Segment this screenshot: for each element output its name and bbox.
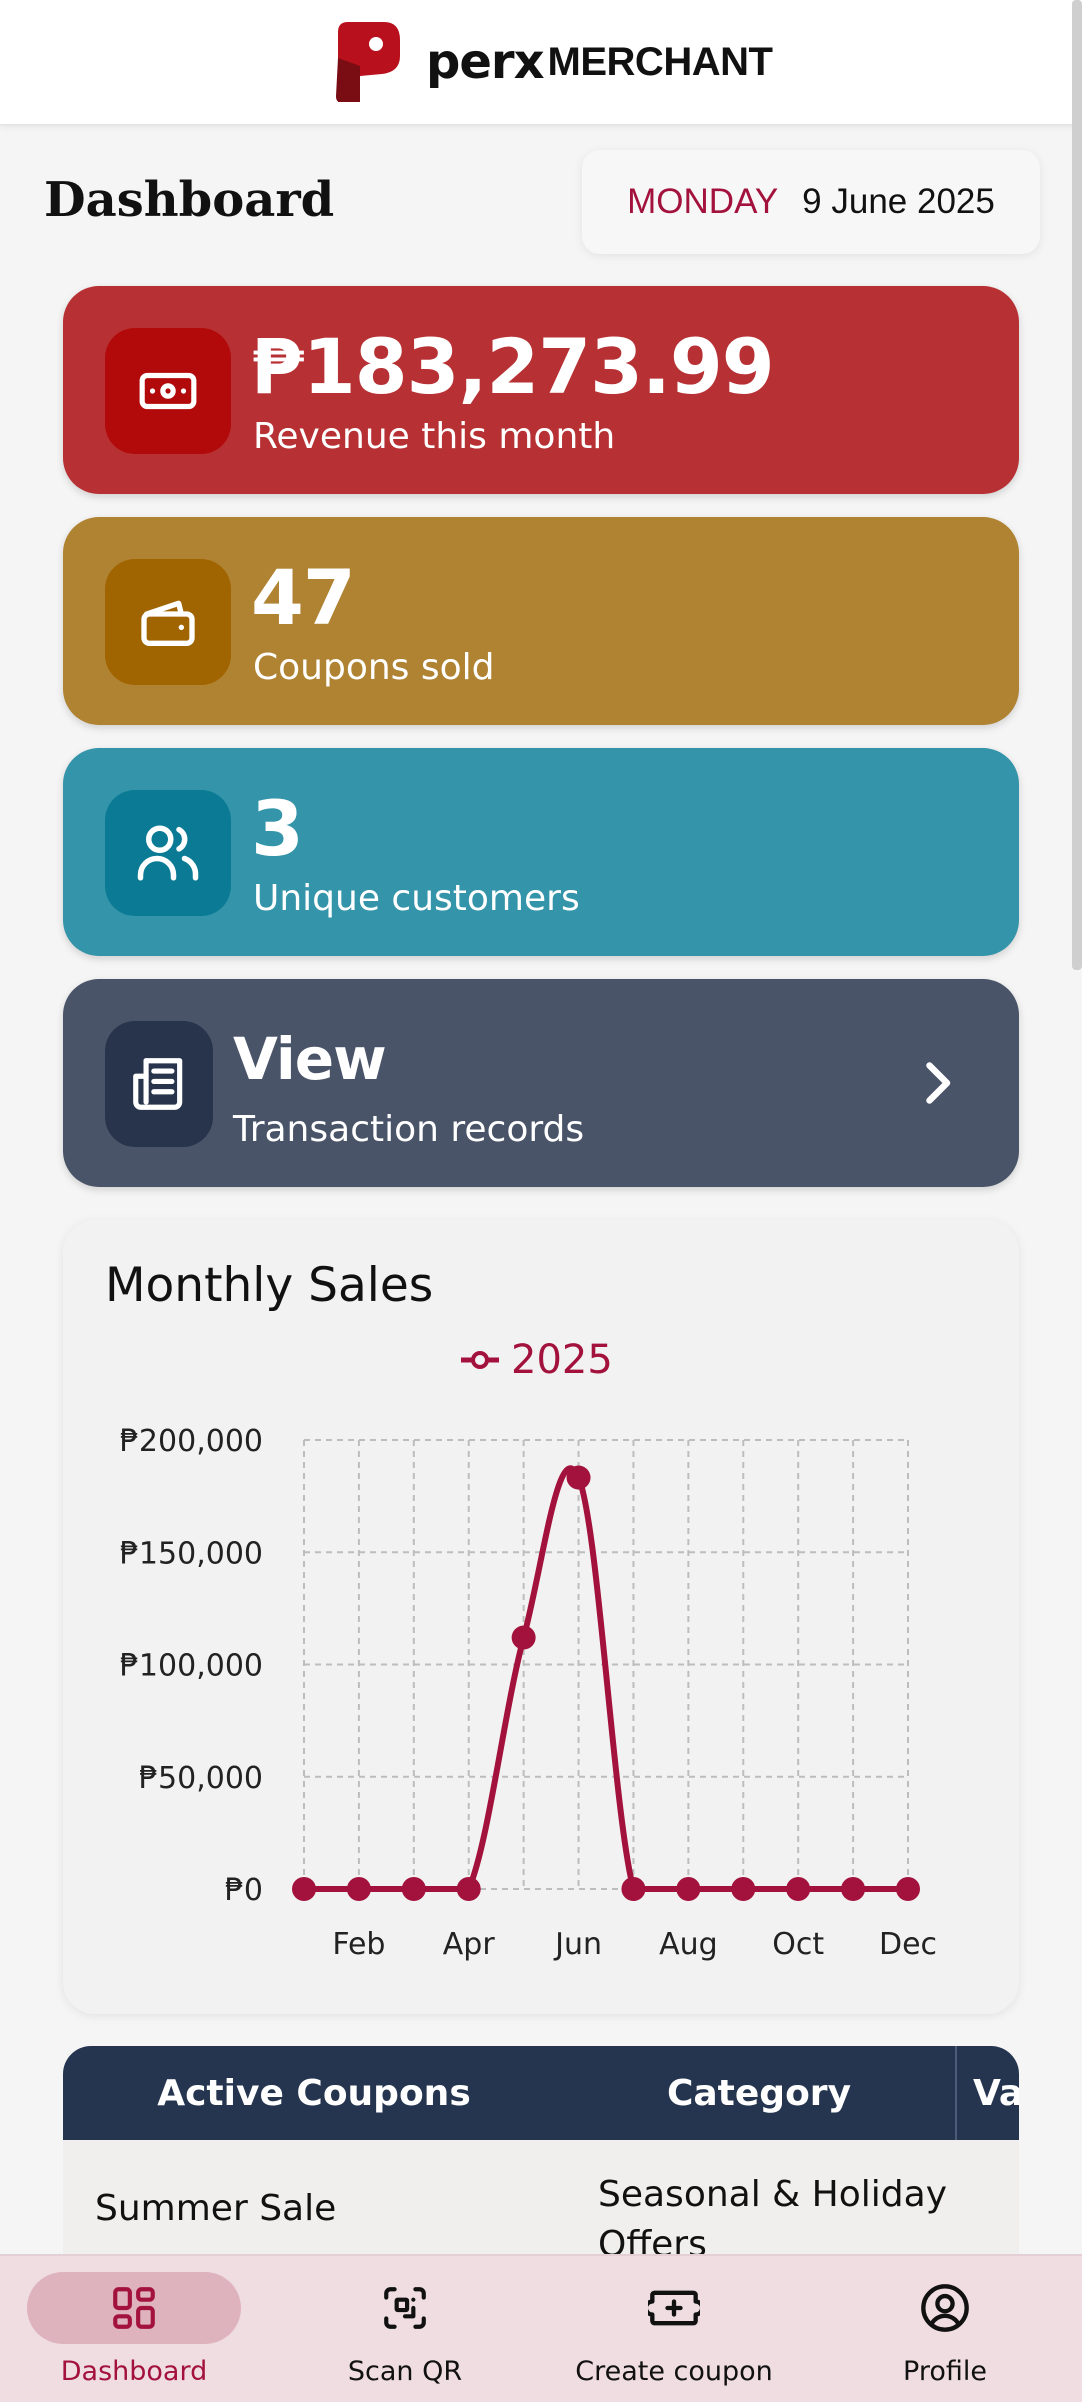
date-day: MONDAY <box>627 182 779 221</box>
nav-create-coupon[interactable]: Create coupon <box>567 2256 781 2402</box>
nav-dashboard[interactable]: Dashboard <box>27 2256 241 2402</box>
category-line-1: Seasonal & Holiday <box>598 2174 947 2215</box>
data-point <box>786 1877 811 1901</box>
revenue-label: Revenue this month <box>253 416 616 457</box>
coupons-sold-card: 47 Coupons sold <box>63 517 1019 725</box>
nav-label: Scan QR <box>347 2356 463 2387</box>
coupons-sold-label: Coupons sold <box>253 647 495 688</box>
nav-scan-qr-pill <box>298 2272 512 2344</box>
page-scrollbar[interactable] <box>1072 0 1082 970</box>
dashboard-grid-icon <box>113 2287 155 2329</box>
column-header-category[interactable]: Category <box>565 2046 953 2140</box>
x-tick-label: Oct <box>772 1927 824 1962</box>
nav-dashboard-pill <box>27 2272 241 2344</box>
y-tick-label: ₱0 <box>225 1873 263 1908</box>
monthly-sales-chart: ₱0 ₱50,000 ₱100,000 ₱150,000 ₱200,000 Feb Apr J… <box>120 1337 937 1962</box>
data-point <box>346 1877 371 1901</box>
nav-create-coupon-pill <box>567 2272 781 2344</box>
bottom-navigation: Dashboard Scan QR Create coupon Profile <box>0 2254 1082 2402</box>
view-label: Transaction records <box>233 1109 585 1150</box>
legend-label: 2025 <box>511 1337 613 1383</box>
banknote-icon <box>105 328 231 454</box>
nav-label: Dashboard <box>60 2356 208 2387</box>
unique-customers-value: 3 <box>251 784 304 873</box>
ticket-plus-icon <box>648 2290 700 2326</box>
data-point <box>896 1877 920 1901</box>
wallet-icon <box>105 559 231 685</box>
x-tick-label: Feb <box>332 1927 385 1962</box>
nav-label: Create coupon <box>575 2356 773 2387</box>
column-header-value[interactable]: Va <box>955 2046 1019 2140</box>
x-tick-label: Aug <box>659 1927 718 1962</box>
y-tick-label: ₱200,000 <box>120 1424 263 1459</box>
monthly-sales-chart-card: Monthly Sales ₱0 ₱50,000 ₱100,000 ₱150,000 ₱… <box>63 1220 1019 2014</box>
data-point <box>511 1625 536 1650</box>
data-point <box>566 1465 591 1490</box>
unique-customers-card: 3 Unique customers <box>63 748 1019 956</box>
users-icon <box>105 790 231 916</box>
column-header-active-coupons[interactable]: Active Coupons <box>63 2046 565 2140</box>
data-point <box>676 1877 701 1901</box>
newspaper-icon <box>105 1021 213 1147</box>
nav-label: Profile <box>903 2356 987 2387</box>
revenue-value: ₱183,273.99 <box>251 322 775 411</box>
brand-perx-text: perx <box>426 34 545 90</box>
data-point <box>401 1877 426 1901</box>
data-point <box>456 1877 481 1901</box>
x-tick-label: Apr <box>443 1927 496 1962</box>
perx-logo-icon <box>336 22 400 102</box>
y-tick-label: ₱150,000 <box>120 1536 263 1571</box>
data-point <box>731 1877 756 1901</box>
x-tick-label: Jun <box>553 1927 602 1962</box>
nav-profile-pill <box>838 2272 1052 2344</box>
table-header: Active Coupons Category Va <box>63 2046 1019 2140</box>
nav-scan-qr[interactable]: Scan QR <box>298 2256 512 2402</box>
series-line-2025 <box>304 1465 908 1892</box>
page-title: Dashboard <box>44 172 335 228</box>
nav-profile[interactable]: Profile <box>838 2256 1052 2402</box>
y-tick-label: ₱100,000 <box>120 1649 263 1684</box>
data-point <box>621 1877 646 1901</box>
view-transactions-card[interactable]: View Transaction records <box>63 979 1019 1187</box>
data-point <box>292 1877 316 1901</box>
unique-customers-label: Unique customers <box>253 878 580 919</box>
revenue-card: ₱183,273.99 Revenue this month <box>63 286 1019 494</box>
coupons-sold-value: 47 <box>251 553 356 642</box>
view-title: View <box>233 1025 387 1093</box>
legend-marker-icon <box>471 1351 489 1369</box>
brand-merchant-text: MERCHANT <box>547 39 773 84</box>
brand-logo: perx MERCHANT <box>330 18 773 106</box>
data-point <box>841 1877 866 1901</box>
coupon-name-cell: Summer Sale <box>95 2188 337 2229</box>
date-value: 9 June 2025 <box>802 182 995 221</box>
scan-qr-icon <box>384 2287 426 2329</box>
x-tick-label: Dec <box>879 1927 937 1962</box>
chevron-right-icon <box>926 1062 951 1104</box>
y-tick-label: ₱50,000 <box>139 1761 263 1796</box>
date-display: MONDAY 9 June 2025 <box>582 150 1040 254</box>
top-app-bar: perx MERCHANT <box>0 0 1082 970</box>
user-circle-icon <box>921 2284 969 2332</box>
